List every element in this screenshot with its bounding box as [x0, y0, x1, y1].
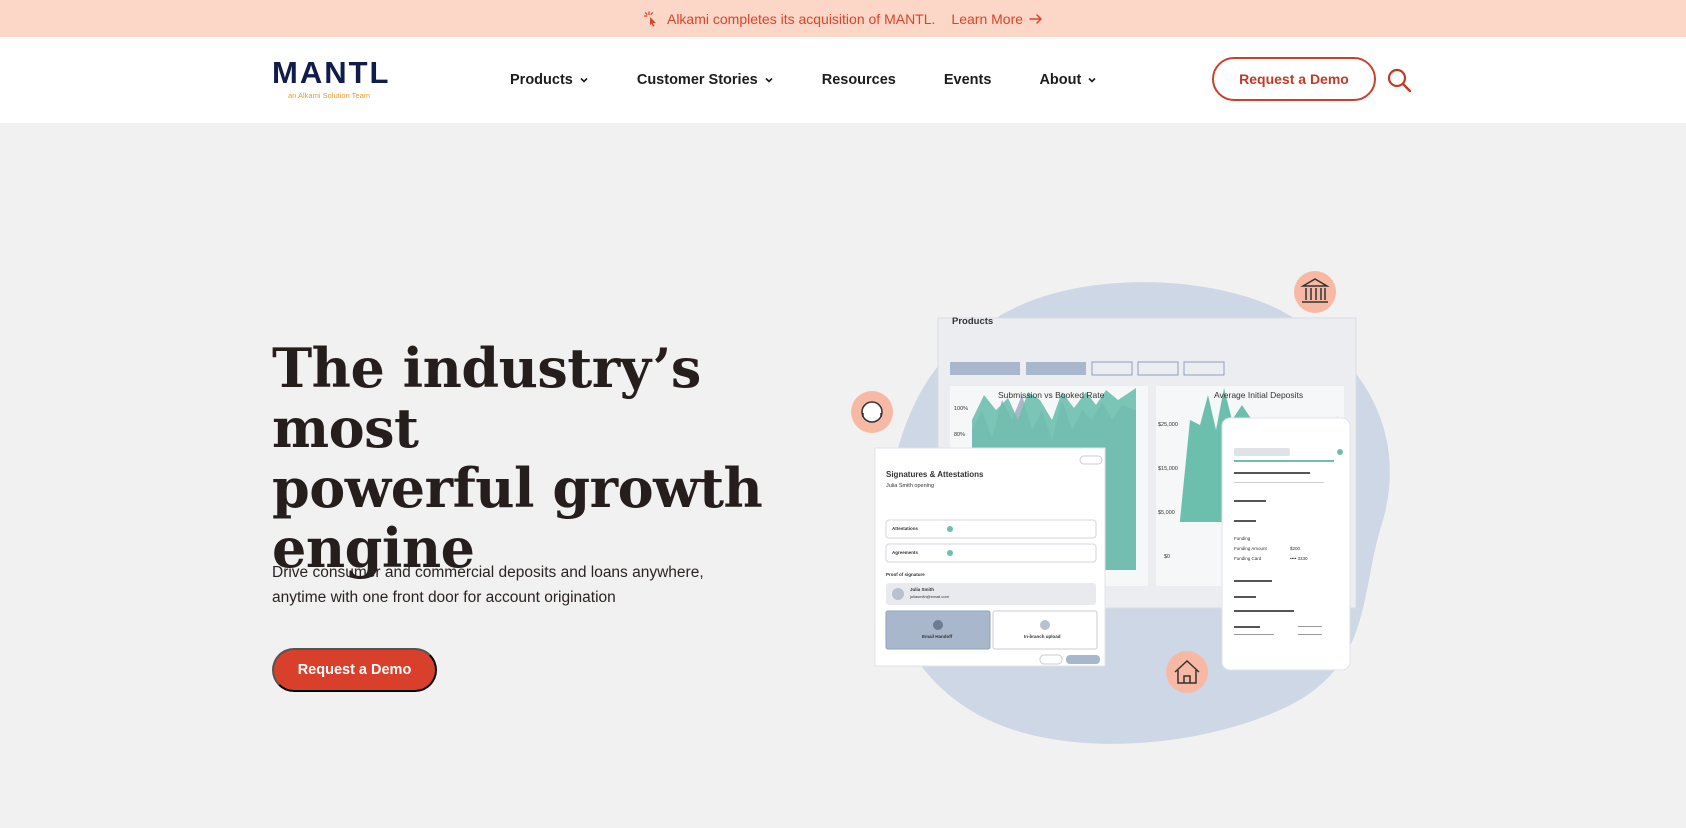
nav-resources[interactable]: Resources	[822, 72, 896, 88]
learn-more-link[interactable]: Learn More	[951, 11, 1043, 27]
main-nav: Products Customer Stories Resources Even…	[510, 37, 1145, 123]
search-icon[interactable]	[1386, 67, 1412, 93]
hero-title: The industry’s most powerful growth engi…	[272, 338, 832, 578]
funding-card-value: •••• 3330	[1290, 556, 1308, 561]
inbranch-label: In-branch upload	[1024, 634, 1061, 639]
nav-about-label: About	[1039, 72, 1082, 88]
attestations-label: Attestations	[892, 526, 919, 531]
chart1-title: Submission vs Booked Rate	[998, 390, 1105, 400]
headset-icon	[861, 401, 883, 423]
agreements-label: Agreements	[892, 550, 919, 555]
hero-subtitle: Drive consumer and commercial deposits a…	[272, 560, 772, 610]
nav-customer-stories-label: Customer Stories	[636, 72, 758, 88]
chevron-down-icon	[765, 77, 773, 83]
illustration-graphic	[851, 271, 1390, 744]
chart2-title: Average Initial Deposits	[1214, 390, 1304, 400]
hero-title-line: powerful growth	[272, 456, 763, 520]
arrow-right-icon	[1029, 13, 1042, 24]
chart2-tick: $25,000	[1158, 422, 1178, 428]
funding-card-label: Funding Card	[1234, 556, 1262, 561]
logo-subtitle: an Alkami Solution Team	[288, 91, 370, 100]
announcement-bar: Alkami completes its acquisition of MANT…	[0, 0, 1686, 37]
nav-events-label: Events	[943, 72, 992, 88]
signer-email: juliasmith@email.com	[910, 594, 949, 599]
announcement-text: Alkami completes its acquisition of MANT…	[666, 10, 936, 27]
product-illustration: Products Submission vs Booked Rate 100% …	[850, 270, 1410, 760]
hero-title-line: The industry’s most	[272, 336, 701, 460]
cursor-click-icon	[643, 10, 656, 27]
home-badge	[1166, 651, 1208, 693]
site-header: MANTL an Alkami Solution Team Products C…	[0, 37, 1686, 123]
hero-request-demo-button[interactable]: Request a Demo	[272, 648, 437, 692]
hero-subtitle-line: Drive consumer and commercial deposits a…	[272, 564, 704, 581]
learn-more-label: Learn More	[951, 10, 1024, 27]
nav-products[interactable]: Products	[510, 72, 589, 88]
chart1-tick: 100%	[954, 406, 969, 412]
chart2-tick: $5,000	[1158, 510, 1175, 516]
chart2-tick: $0	[1164, 554, 1171, 560]
products-label: Products	[952, 316, 994, 327]
hero-subtitle-line: anytime with one front door for account …	[272, 589, 616, 606]
email-handoff-label: Email Handoff	[922, 634, 953, 639]
header-request-demo-button[interactable]: Request a Demo	[1212, 57, 1376, 101]
funding-amount-label: Funding Amount	[1234, 546, 1267, 551]
chevron-down-icon	[580, 77, 588, 83]
nav-products-label: Products	[510, 72, 573, 88]
nav-about[interactable]: About	[1039, 72, 1097, 88]
mantl-logo[interactable]: MANTL an Alkami Solution Team	[272, 57, 412, 103]
logo-text: MANTL	[272, 55, 391, 90]
signatures-title: Signatures & Attestations	[886, 470, 984, 479]
nav-resources-label: Resources	[821, 72, 896, 88]
funding-amount-value: $200	[1290, 546, 1301, 551]
signatures-subtitle: Julia Smith opening	[886, 483, 935, 489]
proof-label: Proof of signature	[886, 572, 925, 577]
nav-events[interactable]: Events	[944, 72, 992, 88]
chart1-tick: 80%	[954, 432, 966, 438]
chart2-tick: $15,000	[1158, 466, 1178, 472]
nav-customer-stories[interactable]: Customer Stories	[637, 72, 774, 88]
funding-label: Funding	[1234, 536, 1251, 541]
signer-name: Julia Smith	[910, 587, 935, 592]
chevron-down-icon	[1088, 77, 1096, 83]
bank-badge	[1294, 271, 1336, 313]
